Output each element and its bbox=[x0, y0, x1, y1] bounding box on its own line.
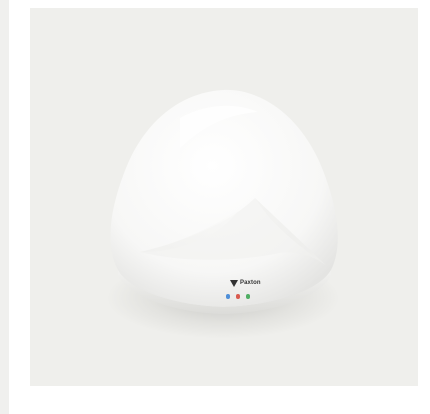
led-red bbox=[236, 294, 240, 299]
led-blue bbox=[226, 294, 230, 299]
brand-mark-icon bbox=[230, 280, 238, 287]
led-green bbox=[246, 294, 250, 299]
brand-logo: Paxton bbox=[230, 280, 261, 287]
left-border-strip bbox=[0, 0, 9, 414]
product-photo: Paxton bbox=[30, 8, 418, 386]
brand-name: Paxton bbox=[240, 280, 261, 286]
status-leds bbox=[226, 294, 250, 299]
device-dome bbox=[110, 89, 338, 307]
wireless-device-body bbox=[110, 89, 338, 314]
